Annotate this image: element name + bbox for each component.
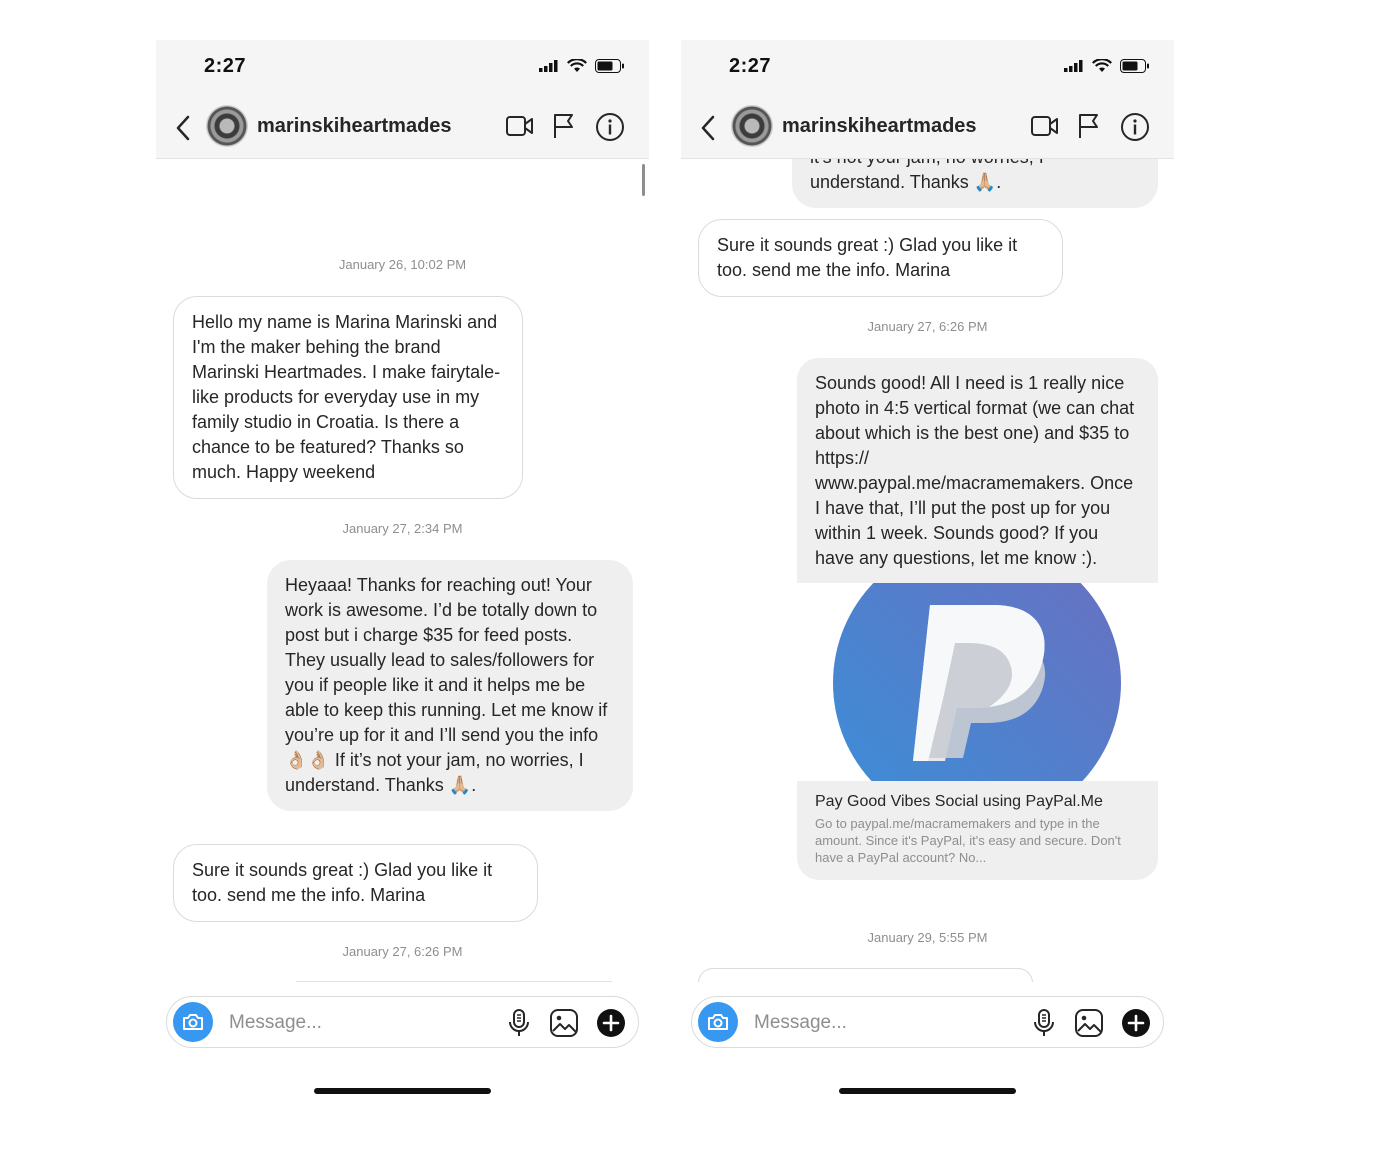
status-time: 2:27 (729, 55, 772, 77)
wifi-icon (1092, 59, 1112, 72)
video-camera-icon[interactable] (1030, 112, 1060, 140)
camera-button[interactable] (173, 1002, 213, 1042)
microphone-icon[interactable] (508, 1008, 530, 1038)
phone-screen-right: 2:27 marinskiheartmades it’s not your ja… (681, 40, 1174, 1100)
link-preview-title: Pay Good Vibes Social using PayPal.Me (815, 793, 1103, 810)
avatar[interactable] (731, 105, 773, 147)
link-preview-meta[interactable]: Pay Good Vibes Social using PayPal.Me Go… (797, 781, 1158, 880)
image-icon[interactable] (549, 1008, 579, 1038)
scroll-indicator[interactable] (642, 164, 645, 196)
image-icon[interactable] (1074, 1008, 1104, 1038)
status-bar: 2:27 (681, 40, 1174, 98)
flag-icon[interactable] (552, 112, 576, 140)
timestamp: January 27, 6:26 PM (867, 319, 988, 334)
outgoing-message[interactable]: Heyaaa! Thanks for reaching out! Your wo… (267, 560, 633, 811)
timestamp: January 27, 2:34 PM (342, 521, 463, 536)
link-preview-image[interactable] (797, 583, 1158, 781)
message-composer[interactable]: Message... (691, 996, 1164, 1048)
link-preview-description: Go to paypal.me/macramemakers and type i… (815, 816, 1121, 865)
avatar[interactable] (206, 105, 248, 147)
status-time: 2:27 (204, 55, 247, 77)
chevron-left-icon[interactable] (699, 114, 717, 142)
chevron-left-icon[interactable] (174, 114, 192, 142)
message-composer[interactable]: Message... (166, 996, 639, 1048)
video-camera-icon[interactable] (505, 112, 535, 140)
message-thread[interactable]: it’s not your jam, no worries, I underst… (681, 159, 1174, 982)
message-input[interactable]: Message... (229, 1012, 322, 1034)
chat-header: marinskiheartmades (156, 98, 649, 159)
camera-button[interactable] (698, 1002, 738, 1042)
camera-icon (183, 1014, 203, 1030)
incoming-message[interactable]: Hello my name is Marina Marinski and I'm… (173, 296, 523, 499)
outgoing-link-message[interactable]: Sounds good! All I need is 1 really nice… (797, 358, 1158, 880)
status-icons (539, 59, 625, 73)
incoming-message[interactable]: Sure it sounds great :) Glad you like it… (173, 844, 538, 922)
signal-icon (539, 60, 558, 72)
contact-name[interactable]: marinskiheartmades (782, 115, 977, 138)
plus-icon[interactable] (596, 1008, 626, 1038)
outgoing-message-text[interactable]: Sounds good! All I need is 1 really nice… (797, 358, 1158, 583)
wifi-icon (567, 59, 587, 72)
info-icon[interactable] (595, 112, 625, 142)
battery-icon (1120, 59, 1149, 73)
battery-icon (595, 59, 624, 73)
plus-icon[interactable] (1121, 1008, 1151, 1038)
flag-icon[interactable] (1077, 112, 1101, 140)
timestamp: January 27, 6:26 PM (342, 944, 463, 959)
message-thread[interactable]: January 26, 10:02 PM Hello my name is Ma… (156, 159, 649, 982)
status-icons (1064, 59, 1150, 73)
message-input[interactable]: Message... (754, 1012, 847, 1034)
info-icon[interactable] (1120, 112, 1150, 142)
incoming-message-partial[interactable] (698, 968, 1033, 982)
phone-screen-left: 2:27 marinskiheartmades January 26, 10:0… (156, 40, 649, 1100)
chat-header: marinskiheartmades (681, 98, 1174, 159)
microphone-icon[interactable] (1033, 1008, 1055, 1038)
signal-icon (1064, 60, 1083, 72)
home-indicator[interactable] (314, 1088, 491, 1094)
home-indicator[interactable] (839, 1088, 1016, 1094)
incoming-message[interactable]: Sure it sounds great :) Glad you like it… (698, 219, 1063, 297)
timestamp: January 26, 10:02 PM (338, 257, 467, 272)
timestamp: January 29, 5:55 PM (867, 930, 988, 945)
camera-icon (708, 1014, 728, 1030)
paypal-logo (833, 583, 1121, 781)
outgoing-message-partial[interactable]: it’s not your jam, no worries, I underst… (792, 159, 1158, 208)
contact-name[interactable]: marinskiheartmades (257, 115, 452, 138)
status-bar: 2:27 (156, 40, 649, 98)
next-message-edge (296, 981, 612, 982)
